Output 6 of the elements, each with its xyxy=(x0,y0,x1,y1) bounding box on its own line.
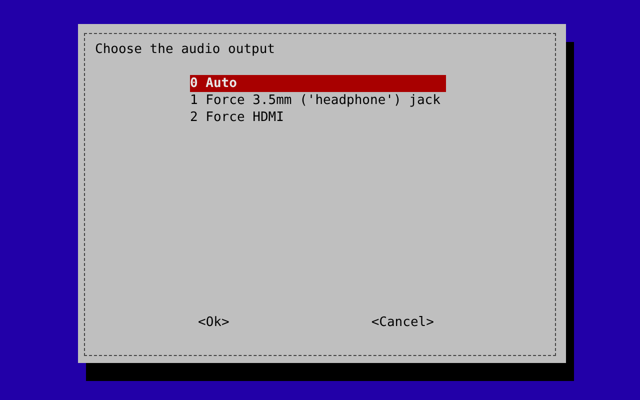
ok-button[interactable]: <Ok> xyxy=(198,314,230,331)
menu-item[interactable]: 1 Force 3.5mm ('headphone') jack xyxy=(190,92,446,109)
dialog-prompt: Choose the audio output xyxy=(95,41,276,58)
menu-item[interactable]: 0 Auto xyxy=(190,75,446,92)
menu-item[interactable]: 2 Force HDMI xyxy=(190,109,446,126)
cancel-button[interactable]: <Cancel> xyxy=(371,314,434,331)
